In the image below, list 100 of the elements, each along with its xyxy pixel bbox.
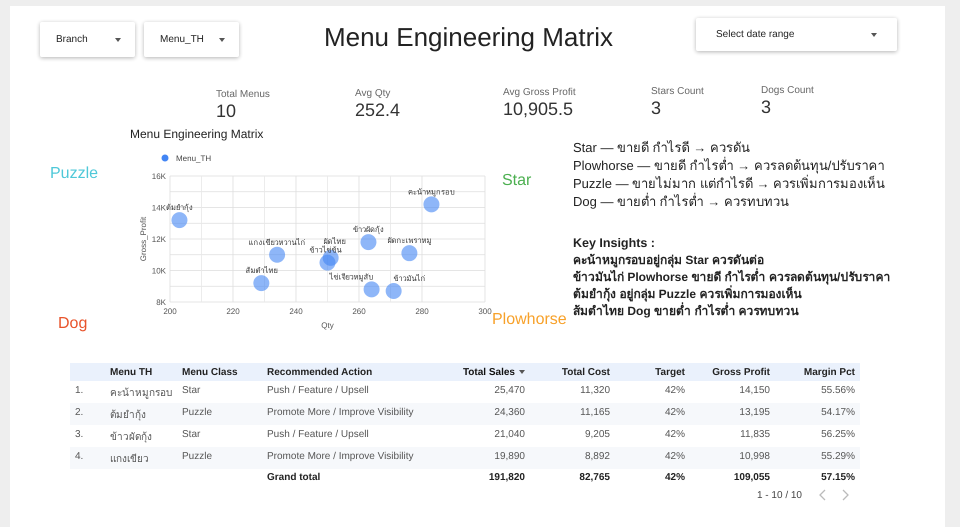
quadrant-label: Dog: [58, 315, 88, 333]
data-point: [171, 212, 188, 228]
row-number: 2.: [75, 407, 84, 418]
kpi-label: Dogs Count: [761, 85, 815, 97]
table-cell: Push / Feature / Upsell: [267, 385, 369, 396]
table-cell: 42%: [664, 385, 685, 396]
kpi-value: 252.4: [355, 100, 402, 120]
table-cell: 24,360: [494, 407, 525, 418]
x-tick-label: 220: [226, 307, 240, 316]
data-point: [269, 246, 286, 263]
table-cell: Star: [182, 385, 200, 396]
quadrant-label: Puzzle: [50, 165, 100, 183]
table-cell: 42%: [664, 451, 685, 462]
column-header[interactable]: Total Cost: [562, 366, 610, 378]
x-tick-label: 300: [478, 307, 492, 316]
row-number: 3.: [75, 429, 84, 440]
table-cell: 21,040: [494, 429, 525, 440]
column-header[interactable]: Target: [655, 366, 685, 378]
filter-dropdown[interactable]: Branch: [40, 22, 135, 57]
class-description: Puzzle — ขายไม่มาก แต่กำไรดี → ควรเพิ่มการมองเห็น: [573, 175, 886, 192]
table-cell: 10,998: [739, 451, 770, 462]
table-cell: 13,195: [739, 407, 770, 418]
kpi-value: 10: [216, 101, 238, 121]
dashboard-title: Menu Engineering Matrix: [324, 22, 614, 53]
kpi-value: 10,905.5: [503, 99, 574, 119]
table-cell: 19,890: [494, 451, 525, 462]
caret-icon: [871, 32, 877, 36]
total-cell: 109,055: [734, 472, 770, 482]
data-point: [253, 275, 270, 292]
column-header[interactable]: Margin Pct: [804, 366, 855, 378]
table-cell: 8,892: [584, 451, 610, 462]
x-tick-label: 280: [415, 307, 429, 316]
caret-icon: [115, 38, 121, 42]
x-axis-title: Qty: [321, 321, 334, 330]
filter-dropdown[interactable]: Menu_TH: [144, 22, 239, 57]
x-tick-label: 260: [352, 307, 366, 316]
date-range-dropdown[interactable]: Select date range: [696, 18, 897, 51]
sort-icon: [519, 370, 525, 374]
next-page-button[interactable]: [842, 489, 850, 501]
data-point: [360, 234, 376, 250]
data-point: [423, 196, 440, 212]
total-cell: 57.15%: [821, 472, 855, 482]
kpi-label: Avg Gross Profit: [503, 87, 577, 99]
data-point: [364, 281, 380, 298]
table-cell: Push / Feature / Upsell: [267, 429, 369, 440]
table-cell: Puzzle: [182, 451, 212, 462]
table-cell: 54.17%: [821, 407, 855, 418]
table-cell: ต้มยำกุ้ง: [110, 410, 146, 421]
pagination-range: 1 - 10 / 10: [756, 490, 802, 500]
quadrant-label: Star: [502, 172, 532, 190]
y-tick-label: 12K: [152, 235, 166, 244]
y-tick-label: 10K: [152, 266, 166, 276]
y-axis-title: Gross_Profit: [139, 216, 148, 262]
column-header[interactable]: Menu Class: [182, 366, 238, 378]
kpi-value: 3: [761, 97, 772, 117]
table-cell: Puzzle: [182, 407, 212, 418]
table-cell: 55.29%: [821, 451, 855, 462]
data-point: [401, 245, 418, 262]
table-cell: แกงเขียว: [110, 454, 149, 465]
table-cell: ข้าวผัดกุ้ง: [110, 432, 152, 443]
class-description: Star — ขายดี กำไรดี → ควรดัน: [573, 139, 751, 156]
table-cell: 14,150: [739, 385, 770, 396]
table-cell: 55.56%: [821, 385, 855, 396]
quadrant-label: Plowhorse: [492, 311, 568, 329]
table-cell: 42%: [664, 407, 685, 418]
y-tick-label: 14K: [152, 204, 166, 212]
total-cell: 82,765: [579, 472, 610, 482]
table-cell: 42%: [664, 429, 685, 440]
table-cell: 11,320: [580, 385, 610, 396]
chart-title: Menu Engineering Matrix: [130, 127, 264, 141]
total-cell: 191,820: [488, 472, 525, 482]
table-cell: 25,470: [494, 385, 525, 396]
insight-text: คะน้าหมูกรอบอยู่กลุ่ม Star ควรดันต่อ: [573, 252, 766, 268]
total-cell: 42%: [664, 472, 685, 482]
kpi-label: Total Menus: [216, 89, 271, 101]
y-tick-label: 8K: [156, 298, 166, 307]
insight-text: ส้มตำไทย Dog ขายต่ำ กำไรต่ำ ควรทบทวน: [573, 303, 800, 320]
x-tick-label: 200: [163, 307, 177, 316]
insights-title: Key Insights :: [573, 235, 656, 252]
column-header[interactable]: Total Sales: [462, 366, 525, 378]
class-description: Plowhorse — ขายดี กำไรต่ำ → ควรลดต้นทุน/ปรับราคา: [573, 157, 886, 174]
column-header[interactable]: Menu TH: [110, 366, 152, 378]
table-cell: Promote More / Improve Visibility: [267, 451, 414, 462]
y-tick-label: 16K: [152, 172, 166, 181]
data-point: [386, 282, 402, 299]
table-cell: 56.25%: [821, 429, 855, 440]
table-cell: Star: [182, 429, 200, 440]
row-number: 1.: [75, 385, 84, 396]
x-tick-label: 240: [289, 307, 303, 316]
table-cell: 9,205: [584, 429, 610, 440]
table-cell: 11,835: [740, 429, 770, 440]
table-cell: 11,165: [580, 407, 610, 418]
insight-text: ต้มยำกุ้ง อยู่กลุ่ม Puzzle ควรเพิ่มการมองเห็น: [573, 286, 803, 302]
previous-page-button[interactable]: [818, 489, 826, 501]
table-cell: Promote More / Improve Visibility: [267, 407, 414, 418]
kpi-label: Stars Count: [651, 86, 705, 98]
column-header[interactable]: Gross Profit: [712, 366, 770, 378]
column-header[interactable]: Recommended Action: [267, 366, 372, 378]
total-label: Grand total: [267, 472, 320, 482]
kpi-label: Avg Qty: [355, 88, 392, 100]
